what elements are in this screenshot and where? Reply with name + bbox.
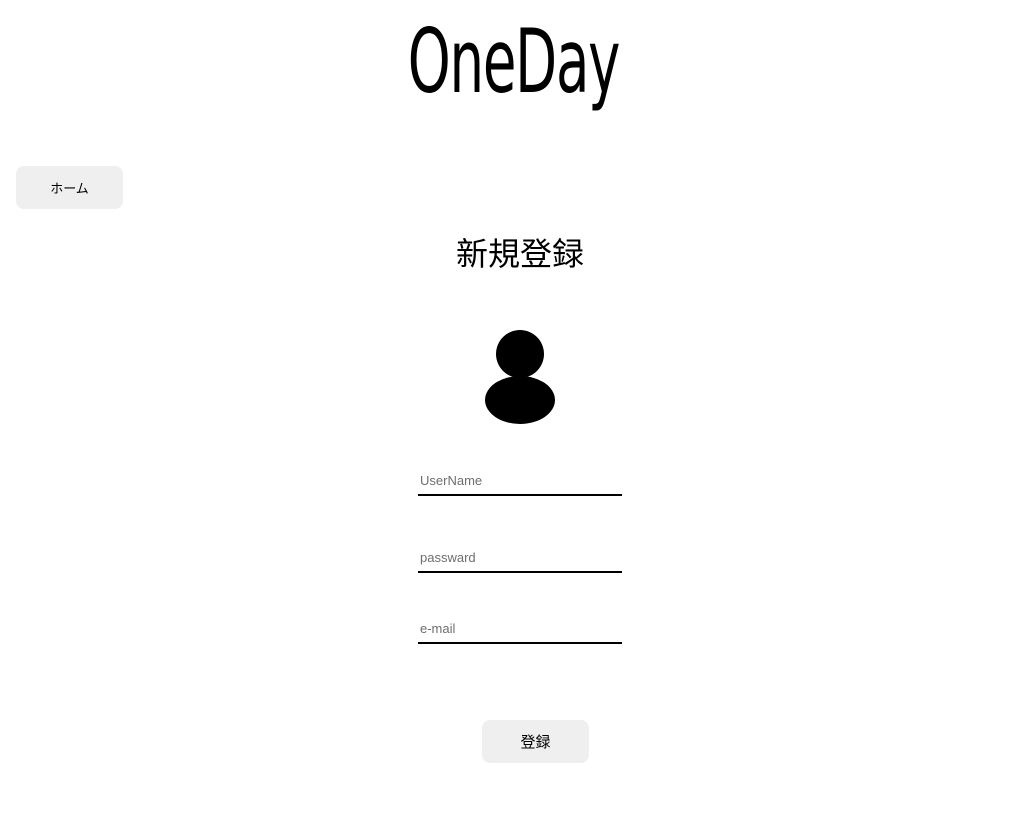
home-button[interactable]: ホーム	[16, 166, 123, 209]
site-logo: OneDay	[407, 10, 621, 113]
register-button[interactable]: 登録	[482, 720, 589, 763]
email-field[interactable]	[418, 614, 622, 644]
page-title: 新規登録	[455, 235, 584, 273]
username-field[interactable]	[418, 466, 622, 496]
password-field[interactable]	[418, 543, 622, 573]
user-silhouette-icon	[485, 330, 555, 424]
signup-page: OneDay ホーム 新規登録 登録	[0, 0, 1027, 826]
